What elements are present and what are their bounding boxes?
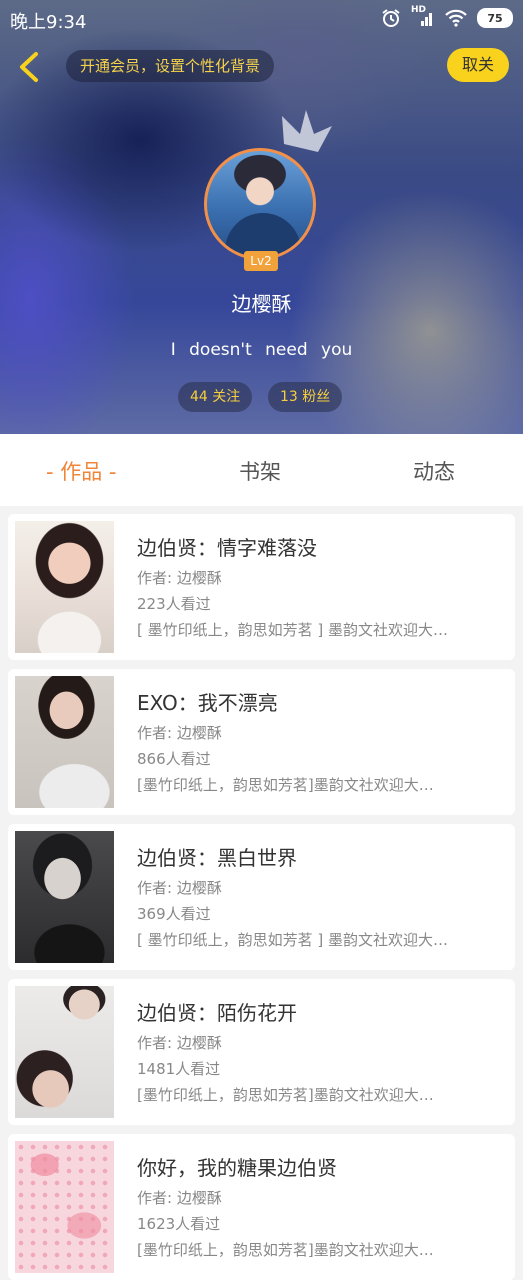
work-title: 边伯贤：陌伤花开: [137, 1001, 297, 1025]
tab-activity[interactable]: 动态: [413, 456, 455, 486]
work-info: 边伯贤：陌伤花开 作者: 边樱酥 1481人看过 [墨竹印纸上，韵思如芳茗]墨韵…: [137, 997, 497, 1105]
book-cover: [15, 986, 114, 1118]
work-views: 369人看过: [137, 905, 211, 923]
wifi-icon: [445, 9, 467, 27]
status-icons: HD 75: [381, 5, 513, 28]
book-cover: [15, 521, 114, 653]
work-author: 作者: 边樱酥: [137, 724, 222, 742]
work-info: 边伯贤：黑白世界 作者: 边樱酥 369人看过 [ 墨竹印纸上，韵思如芳茗 ] …: [137, 842, 497, 950]
work-views: 1623人看过: [137, 1215, 221, 1233]
chevron-left-icon: [20, 52, 38, 82]
work-info: EXO：我不漂亮 作者: 边樱酥 866人看过 [墨竹印纸上，韵思如芳茗]墨韵文…: [137, 687, 497, 795]
list-item[interactable]: 边伯贤：黑白世界 作者: 边樱酥 369人看过 [ 墨竹印纸上，韵思如芳茗 ] …: [8, 824, 515, 970]
book-cover: [15, 1141, 114, 1273]
work-author: 作者: 边樱酥: [137, 879, 222, 897]
work-views: 1481人看过: [137, 1060, 221, 1078]
followers-count[interactable]: 13 粉丝: [268, 382, 343, 412]
signal-icon: HD: [411, 5, 435, 27]
work-description: [ 墨竹印纸上，韵思如芳茗 ] 墨韵文社欢迎大…: [137, 621, 449, 639]
work-title: 你好，我的糖果边伯贤: [137, 1156, 337, 1180]
alarm-icon: [382, 9, 400, 27]
level-badge: Lv2: [244, 251, 278, 271]
nickname: 边樱酥: [231, 292, 292, 316]
work-author: 作者: 边樱酥: [137, 1034, 222, 1052]
work-info: 边伯贤：情字难落没 作者: 边樱酥 223人看过 [ 墨竹印纸上，韵思如芳茗 ]…: [137, 532, 497, 640]
status-bar: 晚上9:34 HD 75: [0, 0, 523, 36]
tab-bookshelf[interactable]: 书架: [239, 456, 281, 486]
signature: I doesn't need you: [170, 340, 353, 360]
work-description: [ 墨竹印纸上，韵思如芳茗 ] 墨韵文社欢迎大…: [137, 931, 449, 949]
crown-icon: [282, 110, 332, 152]
back-button[interactable]: [14, 50, 44, 84]
work-views: 223人看过: [137, 595, 211, 613]
list-item[interactable]: 边伯贤：陌伤花开 作者: 边樱酥 1481人看过 [墨竹印纸上，韵思如芳茗]墨韵…: [8, 979, 515, 1125]
work-author: 作者: 边樱酥: [137, 569, 222, 587]
work-description: [墨竹印纸上，韵思如芳茗]墨韵文社欢迎大…: [137, 1241, 434, 1259]
unfollow-button[interactable]: 取关: [447, 48, 509, 82]
list-item[interactable]: EXO：我不漂亮 作者: 边樱酥 866人看过 [墨竹印纸上，韵思如芳茗]墨韵文…: [8, 669, 515, 815]
profile-header: 晚上9:34 HD 75 开通会员，设置个性化背景 取关 Lv2 边樱酥 I d…: [0, 0, 523, 434]
battery-icon: 75: [477, 8, 513, 28]
work-description: [墨竹印纸上，韵思如芳茗]墨韵文社欢迎大…: [137, 776, 434, 794]
profile-tabs: - 作品 - 书架 动态: [0, 434, 523, 506]
list-item[interactable]: 你好，我的糖果边伯贤 作者: 边樱酥 1623人看过 [墨竹印纸上，韵思如芳茗]…: [8, 1134, 515, 1280]
work-title: 边伯贤：情字难落没: [137, 536, 317, 560]
work-description: [墨竹印纸上，韵思如芳茗]墨韵文社欢迎大…: [137, 1086, 434, 1104]
following-count[interactable]: 44 关注: [178, 382, 253, 412]
work-author: 作者: 边樱酥: [137, 1189, 222, 1207]
work-views: 866人看过: [137, 750, 211, 768]
list-item[interactable]: 边伯贤：情字难落没 作者: 边樱酥 223人看过 [ 墨竹印纸上，韵思如芳茗 ]…: [8, 514, 515, 660]
status-time: 晚上9:34: [10, 12, 87, 33]
work-title: EXO：我不漂亮: [137, 691, 278, 715]
tab-works[interactable]: - 作品 -: [46, 456, 117, 486]
work-info: 你好，我的糖果边伯贤 作者: 边樱酥 1623人看过 [墨竹印纸上，韵思如芳茗]…: [137, 1152, 497, 1260]
work-title: 边伯贤：黑白世界: [137, 846, 297, 870]
vip-upgrade-tip[interactable]: 开通会员，设置个性化背景: [66, 50, 275, 82]
book-cover: [15, 831, 114, 963]
book-cover: [15, 676, 114, 808]
avatar[interactable]: [204, 148, 316, 260]
